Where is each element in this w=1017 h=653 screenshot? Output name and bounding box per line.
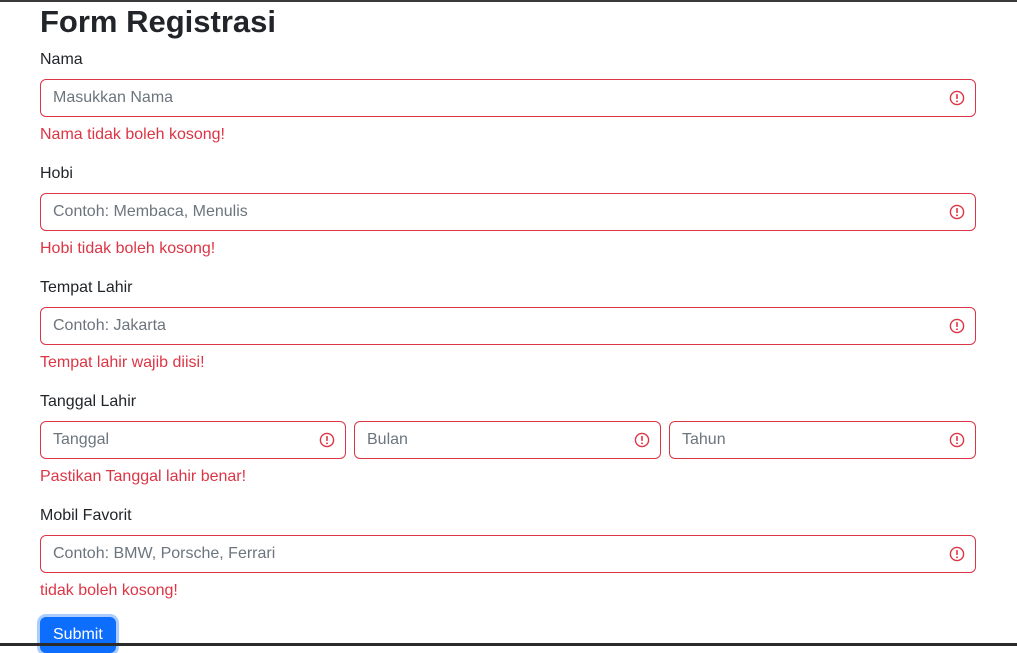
bulan-input[interactable] bbox=[355, 422, 622, 458]
exclamation-circle-icon bbox=[949, 546, 965, 562]
exclamation-circle-icon bbox=[949, 432, 965, 448]
mobil-favorit-label: Mobil Favorit bbox=[40, 507, 132, 524]
submit-button[interactable]: Submit bbox=[40, 617, 116, 653]
exclamation-circle-icon bbox=[949, 204, 965, 220]
tanggal-input[interactable] bbox=[41, 422, 307, 458]
tanggal-lahir-label: Tanggal Lahir bbox=[40, 393, 137, 410]
page-title: Form Registrasi bbox=[40, 4, 277, 39]
mobil-favorit-field-wrapper bbox=[40, 535, 976, 573]
mobil-favorit-error-message: tidak boleh kosong! bbox=[40, 582, 178, 599]
hobi-field-wrapper bbox=[40, 193, 976, 231]
hobi-input[interactable] bbox=[41, 194, 937, 230]
exclamation-circle-icon bbox=[949, 318, 965, 334]
exclamation-circle-icon bbox=[319, 432, 335, 448]
tempat-lahir-label: Tempat Lahir bbox=[40, 279, 133, 296]
window-top-border bbox=[0, 0, 1017, 2]
exclamation-circle-icon bbox=[949, 90, 965, 106]
nama-error-message: Nama tidak boleh kosong! bbox=[40, 126, 225, 143]
hobi-label: Hobi bbox=[40, 165, 73, 182]
nama-label: Nama bbox=[40, 51, 83, 68]
exclamation-circle-icon bbox=[634, 432, 650, 448]
bulan-field-wrapper bbox=[354, 421, 661, 459]
nama-input[interactable] bbox=[41, 80, 937, 116]
tahun-input[interactable] bbox=[670, 422, 937, 458]
hobi-error-message: Hobi tidak boleh kosong! bbox=[40, 240, 216, 257]
tahun-field-wrapper bbox=[669, 421, 976, 459]
tempat-lahir-error-message: Tempat lahir wajib diisi! bbox=[40, 354, 205, 371]
tanggal-lahir-error-message: Pastikan Tanggal lahir benar! bbox=[40, 468, 247, 485]
tempat-lahir-field-wrapper bbox=[40, 307, 976, 345]
nama-field-wrapper bbox=[40, 79, 976, 117]
mobil-favorit-input[interactable] bbox=[41, 536, 937, 572]
tempat-lahir-input[interactable] bbox=[41, 308, 937, 344]
tanggal-field-wrapper bbox=[40, 421, 346, 459]
